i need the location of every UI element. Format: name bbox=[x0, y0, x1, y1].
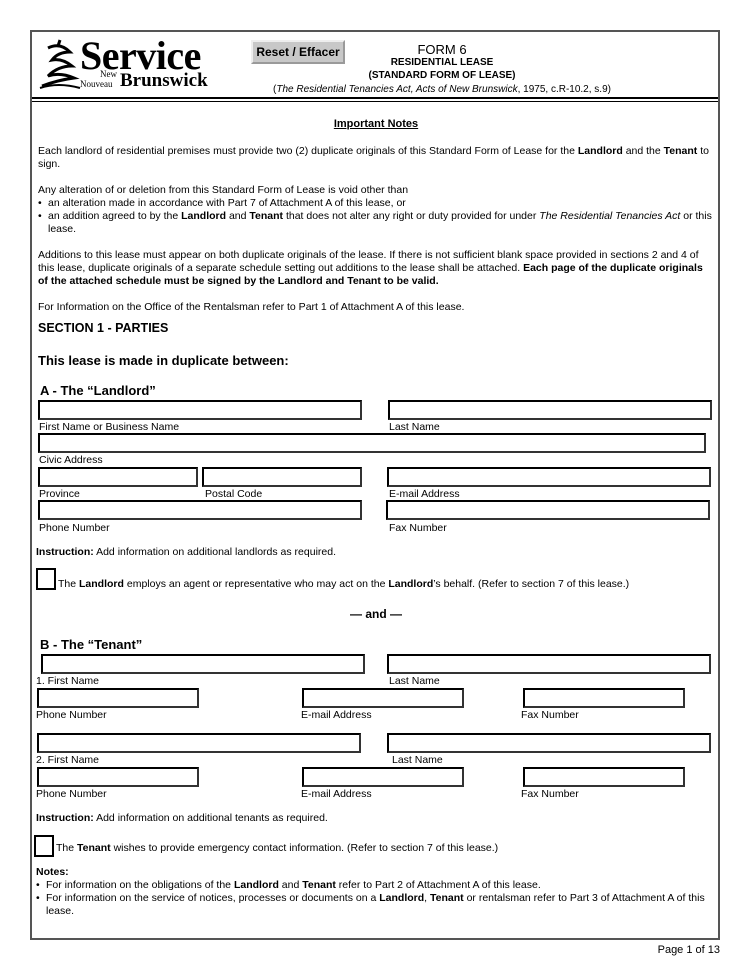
tenant-2-first-name-input[interactable] bbox=[37, 733, 361, 753]
tenant-2-first-name-label: 2. First Name bbox=[36, 754, 100, 766]
tenant-2-fax-input[interactable] bbox=[523, 767, 685, 787]
landlord-phone-label: Phone Number bbox=[39, 522, 110, 534]
tenant-1-first-name-input[interactable] bbox=[41, 654, 365, 674]
form-name: RESIDENTIAL LEASE bbox=[390, 57, 494, 68]
landlord-province-input[interactable] bbox=[38, 467, 198, 487]
landlord-first-name-label: First Name or Business Name bbox=[39, 421, 180, 433]
logo-brunswick-text: Brunswick bbox=[120, 70, 208, 91]
act-citation: (The Residential Tenancies Act, Acts of … bbox=[232, 84, 652, 95]
note-bullet-2: an addition agreed to by the Landlord an… bbox=[38, 210, 714, 236]
landlord-civic-address-label: Civic Address bbox=[39, 454, 103, 466]
tenant-1-fax-label: Fax Number bbox=[521, 709, 579, 721]
section-1-intro: This lease is made in duplicate between: bbox=[38, 353, 289, 368]
note-item-2: For information on the service of notice… bbox=[36, 892, 712, 918]
landlord-postal-code-label: Postal Code bbox=[205, 488, 263, 500]
form-page: Service New Nouveau Brunswick Reset / Ef… bbox=[30, 30, 720, 940]
tenant-2-fax-label: Fax Number bbox=[521, 788, 579, 800]
section-notes: Notes: For information on the obligation… bbox=[36, 866, 712, 918]
service-nb-logo: Service New Nouveau Brunswick bbox=[38, 33, 238, 91]
landlord-phone-input[interactable] bbox=[38, 500, 362, 520]
landlord-fax-label: Fax Number bbox=[389, 522, 447, 534]
page-number: Page 1 of 13 bbox=[657, 944, 720, 956]
tenant-1-email-input[interactable] bbox=[302, 688, 464, 708]
tenant-1-fax-input[interactable] bbox=[523, 688, 685, 708]
tenant-1-first-name-label: 1. First Name bbox=[36, 675, 100, 687]
landlord-civic-address-input[interactable] bbox=[38, 433, 706, 453]
landlord-province-label: Province bbox=[39, 488, 80, 500]
landlord-instruction: Instruction: Add information on addition… bbox=[36, 546, 336, 558]
act-name: The Residential Tenancies Act, Acts of N… bbox=[276, 84, 518, 95]
tenant-2-phone-label: Phone Number bbox=[36, 788, 107, 800]
tenant-1-email-label: E-mail Address bbox=[301, 709, 372, 721]
tenant-2-last-name-input[interactable] bbox=[387, 733, 711, 753]
note-bullet-1: an alteration made in accordance with Pa… bbox=[38, 197, 714, 210]
logo-nouveau-text: Nouveau bbox=[80, 79, 113, 89]
form-number: FORM 6 bbox=[417, 42, 467, 57]
section-1-title: SECTION 1 - PARTIES bbox=[38, 321, 169, 335]
landlord-fax-input[interactable] bbox=[386, 500, 710, 520]
important-notes: Important Notes Each landlord of residen… bbox=[38, 118, 714, 314]
notes-list: For information on the obligations of th… bbox=[36, 879, 712, 918]
ship-logo-icon bbox=[39, 39, 81, 89]
note-paragraph-4: For Information on the Office of the Ren… bbox=[38, 301, 465, 313]
tenant-emergency-checkbox[interactable] bbox=[34, 835, 54, 857]
header-divider-thin bbox=[32, 101, 718, 102]
tenant-2-email-label: E-mail Address bbox=[301, 788, 372, 800]
tenant-2-last-name-label: Last Name bbox=[392, 754, 443, 766]
tenant-2-email-input[interactable] bbox=[302, 767, 464, 787]
tenant-1-phone-label: Phone Number bbox=[36, 709, 107, 721]
header-divider bbox=[32, 97, 718, 99]
landlord-postal-code-input[interactable] bbox=[202, 467, 362, 487]
tenant-2-phone-input[interactable] bbox=[37, 767, 199, 787]
note-paragraph-1: Each landlord of residential premises mu… bbox=[38, 145, 709, 170]
act-rest: , 1975, c.R-10.2, s.9) bbox=[517, 84, 611, 95]
landlord-email-label: E-mail Address bbox=[389, 488, 460, 500]
landlord-first-name-input[interactable] bbox=[38, 400, 362, 420]
logo-new-text: New bbox=[100, 69, 117, 79]
tenant-1-last-name-label: Last Name bbox=[389, 675, 440, 687]
tenant-emergency-label: The Tenant wishes to provide emergency c… bbox=[56, 842, 499, 854]
landlord-agent-checkbox[interactable] bbox=[36, 568, 56, 590]
note-bullets: an alteration made in accordance with Pa… bbox=[38, 197, 714, 236]
landlord-email-input[interactable] bbox=[387, 467, 711, 487]
note-item-1: For information on the obligations of th… bbox=[36, 879, 712, 892]
tenant-instruction: Instruction: Add information on addition… bbox=[36, 812, 328, 824]
tenant-heading: B - The “Tenant” bbox=[40, 637, 143, 652]
form-subtitle: (STANDARD FORM OF LEASE) bbox=[368, 70, 516, 81]
tenant-1-last-name-input[interactable] bbox=[387, 654, 711, 674]
landlord-last-name-label: Last Name bbox=[389, 421, 440, 433]
and-separator: — and — bbox=[349, 607, 402, 621]
notes-heading: Notes: bbox=[36, 866, 69, 878]
note-paragraph-3: Additions to this lease must appear on b… bbox=[38, 249, 703, 287]
note-paragraph-2: Any alteration of or deletion from this … bbox=[38, 184, 409, 196]
important-notes-heading: Important Notes bbox=[333, 118, 419, 130]
landlord-heading: A - The “Landlord” bbox=[40, 383, 156, 398]
landlord-last-name-input[interactable] bbox=[388, 400, 712, 420]
tenant-1-phone-input[interactable] bbox=[37, 688, 199, 708]
landlord-agent-label: The Landlord employs an agent or represe… bbox=[58, 578, 630, 590]
